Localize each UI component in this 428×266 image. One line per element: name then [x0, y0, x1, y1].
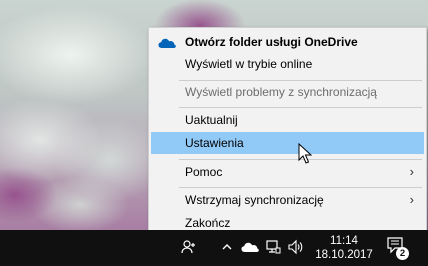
menu-item-pause-sync[interactable]: Wstrzymaj synchronizację › — [151, 189, 424, 211]
chevron-up-icon[interactable] — [218, 236, 236, 258]
mouse-cursor-icon — [298, 143, 312, 164]
people-icon[interactable] — [180, 236, 198, 258]
menu-item-view-online[interactable]: Wyświetl w trybie online — [151, 53, 424, 75]
clock-date: 18.10.2017 — [315, 249, 373, 261]
onedrive-context-menu: Otwórz folder usługi OneDrive Wyświetl w… — [148, 27, 427, 234]
chevron-right-icon: › — [409, 164, 414, 179]
menu-item-settings[interactable]: Ustawienia — [151, 132, 424, 154]
taskbar-clock[interactable]: 11:14 18.10.2017 — [312, 234, 376, 262]
menu-separator — [179, 107, 422, 108]
action-center-button[interactable]: 2 — [386, 236, 409, 260]
clock-time: 11:14 — [330, 235, 358, 247]
notification-count-badge: 2 — [396, 247, 409, 260]
network-icon[interactable] — [264, 236, 282, 258]
menu-separator — [179, 187, 422, 188]
taskbar: 11:14 18.10.2017 2 — [0, 230, 428, 266]
menu-item-help[interactable]: Pomoc › — [151, 161, 424, 183]
menu-item-label: Wstrzymaj synchronizację — [185, 193, 324, 207]
menu-item-label: Wyświetl w trybie online — [185, 57, 313, 71]
menu-item-label: Wyświetl problemy z synchronizacją — [185, 85, 377, 99]
onedrive-cloud-icon — [158, 38, 176, 48]
volume-icon[interactable] — [287, 236, 305, 258]
menu-item-view-sync-problems: Wyświetl problemy z synchronizacją — [151, 81, 424, 103]
menu-item-label: Pomoc — [185, 165, 223, 179]
menu-item-upgrade[interactable]: Uaktualnij — [151, 109, 424, 131]
chevron-right-icon: › — [409, 192, 414, 207]
menu-item-label: Uaktualnij — [185, 113, 238, 127]
onedrive-tray-icon[interactable] — [240, 236, 260, 258]
menu-item-label: Ustawienia — [185, 136, 244, 150]
menu-item-label: Otwórz folder usługi OneDrive — [185, 35, 358, 49]
menu-item-open-onedrive-folder[interactable]: Otwórz folder usługi OneDrive — [151, 31, 424, 53]
